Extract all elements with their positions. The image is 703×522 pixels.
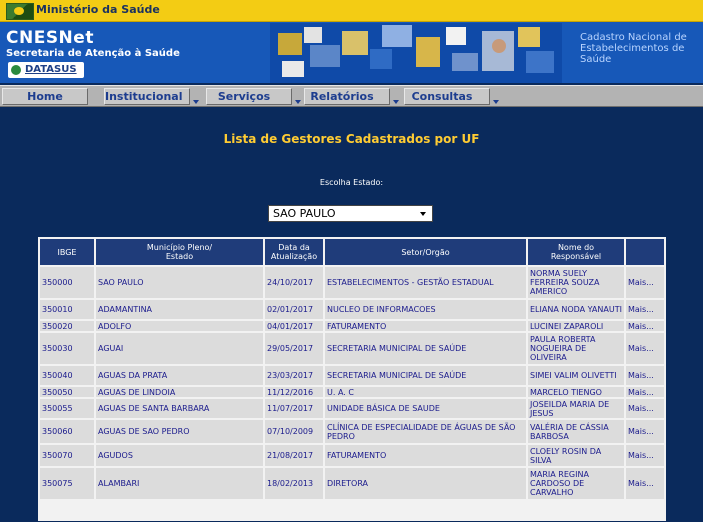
cell-data: 21/08/2017 bbox=[265, 445, 323, 466]
site-title: CNESNet bbox=[6, 28, 94, 48]
more-link[interactable]: Mais... bbox=[626, 468, 664, 499]
ministry-name: Ministério da Saúde bbox=[36, 3, 160, 16]
cell-ibge: 350075 bbox=[40, 468, 94, 499]
cell-ibge: 350030 bbox=[40, 333, 94, 364]
main-menu: Home Institucional Serviços Relatórios C… bbox=[0, 85, 703, 107]
state-select[interactable]: SAO PAULO bbox=[268, 205, 433, 222]
cell-nome: SIMEI VALIM OLIVETTI bbox=[528, 366, 624, 385]
more-link[interactable]: Mais... bbox=[626, 420, 664, 443]
cell-setor: SECRETARIA MUNICIPAL DE SAÚDE bbox=[325, 333, 526, 364]
state-label: Escolha Estado: bbox=[319, 178, 384, 187]
header-setor: Setor/Orgão bbox=[325, 239, 526, 265]
top-bar: Ministério da Saúde bbox=[0, 0, 703, 22]
cell-data: 23/03/2017 bbox=[265, 366, 323, 385]
cell-setor: DIRETORA bbox=[325, 468, 526, 499]
dropdown-arrow-icon bbox=[193, 100, 199, 104]
header-mais bbox=[626, 239, 664, 265]
cell-setor: FATURAMENTO bbox=[325, 321, 526, 331]
header-municipio: Município Pleno/ Estado bbox=[96, 239, 263, 265]
cell-nome: MARCELO TIENGO bbox=[528, 387, 624, 397]
cell-setor: U. A. C bbox=[325, 387, 526, 397]
cell-setor: ESTABELECIMENTOS - GESTÃO ESTADUAL bbox=[325, 267, 526, 298]
cell-setor: FATURAMENTO bbox=[325, 445, 526, 466]
site-subtitle: Secretaria de Atenção à Saúde bbox=[6, 48, 180, 59]
more-link[interactable]: Mais... bbox=[626, 300, 664, 319]
cell-ibge: 350020 bbox=[40, 321, 94, 331]
cell-nome: PAULA ROBERTA NOGUEIRA DE OLIVEIRA bbox=[528, 333, 624, 364]
cell-nome: LUCINEI ZAPAROLI bbox=[528, 321, 624, 331]
datasus-icon bbox=[11, 65, 21, 75]
cell-municipio: AGUDOS bbox=[96, 445, 263, 466]
cell-data: 11/07/2017 bbox=[265, 399, 323, 418]
cell-municipio: ADOLFO bbox=[96, 321, 263, 331]
menu-home[interactable]: Home bbox=[2, 88, 88, 105]
cell-data: 18/02/2013 bbox=[265, 468, 323, 499]
more-link[interactable]: Mais... bbox=[626, 267, 664, 298]
cell-ibge: 350070 bbox=[40, 445, 94, 466]
cell-municipio: AGUAS DE LINDOIA bbox=[96, 387, 263, 397]
cell-setor: UNIDADE BÁSICA DE SAUDE bbox=[325, 399, 526, 418]
state-select-value: SAO PAULO bbox=[273, 207, 336, 220]
managers-table: IBGE Município Pleno/ Estado Data da Atu… bbox=[38, 237, 666, 521]
cell-data: 29/05/2017 bbox=[265, 333, 323, 364]
cell-ibge: 350055 bbox=[40, 399, 94, 418]
more-link[interactable]: Mais... bbox=[626, 445, 664, 466]
cell-nome: MARIA REGINA CARDOSO DE CARVALHO bbox=[528, 468, 624, 499]
dropdown-arrow-icon bbox=[493, 100, 499, 104]
cell-municipio: AGUAI bbox=[96, 333, 263, 364]
cell-municipio: SAO PAULO bbox=[96, 267, 263, 298]
datasus-logo[interactable]: DATASUS bbox=[8, 62, 84, 78]
header-tagline: Cadastro Nacional de Estabelecimentos de… bbox=[580, 32, 687, 65]
ministry-logo-icon bbox=[6, 3, 34, 20]
cell-data: 11/12/2016 bbox=[265, 387, 323, 397]
cell-municipio: ALAMBARI bbox=[96, 468, 263, 499]
cell-ibge: 350010 bbox=[40, 300, 94, 319]
dropdown-arrow-icon bbox=[393, 100, 399, 104]
datasus-label: DATASUS bbox=[25, 64, 77, 75]
chevron-down-icon bbox=[420, 212, 426, 216]
cell-municipio: AGUAS DE SAO PEDRO bbox=[96, 420, 263, 443]
cell-nome: VALÉRIA DE CÁSSIA BARBOSA bbox=[528, 420, 624, 443]
cell-municipio: AGUAS DA PRATA bbox=[96, 366, 263, 385]
more-link[interactable]: Mais... bbox=[626, 321, 664, 331]
cell-data: 04/01/2017 bbox=[265, 321, 323, 331]
page-title: Lista de Gestores Cadastrados por UF bbox=[223, 132, 480, 146]
cell-setor: CLÍNICA DE ESPECIALIDADE DE ÁGUAS DE SÃO… bbox=[325, 420, 526, 443]
menu-institucional[interactable]: Institucional bbox=[104, 88, 199, 105]
more-link[interactable]: Mais... bbox=[626, 399, 664, 418]
header-data: Data da Atualização bbox=[265, 239, 323, 265]
cell-data: 07/10/2009 bbox=[265, 420, 323, 443]
header-nome: Nome do Responsável bbox=[528, 239, 624, 265]
cell-data: 02/01/2017 bbox=[265, 300, 323, 319]
header-banner-image bbox=[270, 23, 562, 83]
header-ibge: IBGE bbox=[40, 239, 94, 265]
menu-relatorios[interactable]: Relatórios bbox=[304, 88, 399, 105]
cell-nome: NORMA SUELY FERREIRA SOUZA AMERICO bbox=[528, 267, 624, 298]
cell-ibge: 350050 bbox=[40, 387, 94, 397]
cell-ibge: 350060 bbox=[40, 420, 94, 443]
cell-setor: SECRETARIA MUNICIPAL DE SAÚDE bbox=[325, 366, 526, 385]
menu-servicos[interactable]: Serviços bbox=[206, 88, 301, 105]
more-link[interactable]: Mais... bbox=[626, 387, 664, 397]
cell-ibge: 350000 bbox=[40, 267, 94, 298]
cell-nome: CLOELY ROSIN DA SILVA bbox=[528, 445, 624, 466]
cell-municipio: AGUAS DE SANTA BARBARA bbox=[96, 399, 263, 418]
cell-municipio: ADAMANTINA bbox=[96, 300, 263, 319]
cell-nome: ELIANA NODA YANAUTI bbox=[528, 300, 624, 319]
more-link[interactable]: Mais... bbox=[626, 366, 664, 385]
cell-ibge: 350040 bbox=[40, 366, 94, 385]
menu-consultas[interactable]: Consultas bbox=[404, 88, 499, 105]
cell-data: 24/10/2017 bbox=[265, 267, 323, 298]
cell-nome: JOSEILDA MARIA DE JESUS bbox=[528, 399, 624, 418]
site-header: CNESNet Secretaria de Atenção à Saúde DA… bbox=[0, 22, 703, 83]
dropdown-arrow-icon bbox=[295, 100, 301, 104]
cell-setor: NUCLEO DE INFORMACOES bbox=[325, 300, 526, 319]
more-link[interactable]: Mais... bbox=[626, 333, 664, 364]
